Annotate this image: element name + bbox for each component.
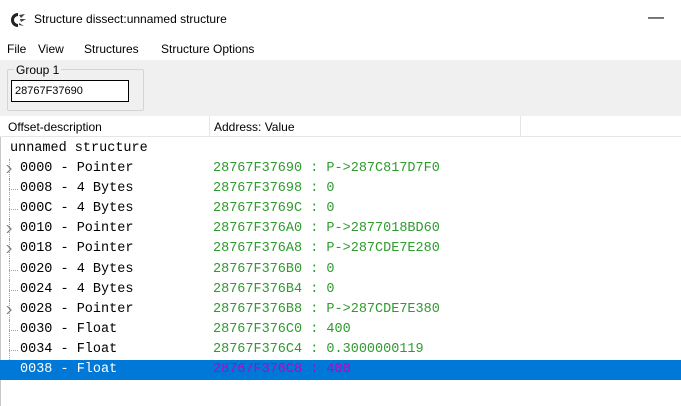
menu-bar: File View Structures Structure Options: [0, 38, 681, 60]
offset-description: 000C - 4 Bytes: [20, 201, 134, 217]
expand-chevron-icon[interactable]: [5, 245, 13, 254]
tree-row[interactable]: 000C - 4 Bytes 28767F3769C : 0: [0, 199, 681, 220]
column-separator[interactable]: [520, 116, 521, 136]
structure-tree[interactable]: unnamed structure 0000 - Pointer 28767F37…: [0, 137, 681, 406]
expand-chevron-icon[interactable]: [5, 225, 13, 234]
tree-row[interactable]: 0038 - Float 28767F376C8 : 400: [0, 360, 681, 380]
tree-connector-line: [9, 349, 18, 351]
title-bar[interactable]: Structure dissect:unnamed structure —: [0, 0, 681, 38]
address-value: 28767F376B0 : 0: [213, 261, 335, 277]
menu-file[interactable]: File: [7, 42, 26, 56]
tree-row[interactable]: 0028 - Pointer 28767F376B8 : P->287CDE7E3…: [0, 299, 681, 320]
cheat-engine-icon: [10, 12, 26, 28]
address-value: 28767F37690 : P->287C817D7F0: [213, 161, 440, 176]
address-value: 28767F376A8 : P->287CDE7E280: [213, 241, 440, 257]
column-header: Offset-description Address: Value: [0, 116, 681, 137]
offset-description: 0030 - Float: [20, 321, 118, 337]
window-title: Structure dissect:unnamed structure: [34, 12, 227, 26]
expand-chevron-icon[interactable]: [5, 165, 13, 173]
tree-row[interactable]: 0018 - Pointer 28767F376A8 : P->287CDE7E2…: [0, 239, 681, 260]
tree-row[interactable]: 0008 - 4 Bytes 28767F37698 : 0: [0, 179, 681, 200]
address-value: 28767F3769C : 0: [213, 201, 335, 217]
minimize-button[interactable]: —: [636, 8, 676, 30]
tree-connector-line: [9, 329, 18, 331]
address-value: 28767F37698 : 0: [213, 181, 335, 197]
address-value: 28767F376C4 : 0.3000000119: [213, 341, 424, 357]
tree-connector-line: [9, 209, 18, 211]
tree-connector-line: [9, 269, 18, 271]
tree-row[interactable]: 0030 - Float 28767F376C0 : 400: [0, 319, 681, 340]
address-value: 28767F376B8 : P->287CDE7E380: [213, 301, 440, 317]
offset-description: 0020 - 4 Bytes: [20, 261, 134, 277]
address-value: 28767F376C8 : 400: [213, 362, 351, 377]
tree-row[interactable]: 0000 - Pointer 28767F37690 : P->287C817D7…: [0, 159, 681, 179]
tree-row[interactable]: 0020 - 4 Bytes 28767F376B0 : 0: [0, 259, 681, 280]
offset-description: 0008 - 4 Bytes: [20, 181, 134, 197]
group-label: Group 1: [14, 63, 62, 77]
menu-view[interactable]: View: [38, 42, 64, 56]
offset-description: 0034 - Float: [20, 341, 118, 357]
offset-description: 0000 - Pointer: [20, 161, 134, 176]
menu-structures[interactable]: Structures: [84, 42, 139, 56]
address-value: 28767F376A0 : P->2877018BD60: [213, 221, 440, 237]
address-value: 28767F376B4 : 0: [213, 281, 335, 297]
tree-row[interactable]: 0034 - Float 28767F376C4 : 0.3000000119: [0, 339, 681, 360]
address-input[interactable]: 28767F37690: [11, 80, 129, 102]
tree-root-label[interactable]: unnamed structure: [10, 139, 148, 159]
offset-description-header[interactable]: Offset-description: [8, 120, 102, 136]
group-panel: Group 1 28767F37690: [0, 60, 681, 116]
offset-description: 0024 - 4 Bytes: [20, 281, 134, 297]
offset-description: 0028 - Pointer: [20, 301, 134, 317]
tree-connector-line: [9, 289, 18, 291]
column-separator[interactable]: [209, 116, 210, 136]
offset-description: 0018 - Pointer: [20, 241, 134, 257]
address-value: 28767F376C0 : 400: [213, 321, 351, 337]
tree-row[interactable]: 0024 - 4 Bytes 28767F376B4 : 0: [0, 279, 681, 300]
offset-description: 0038 - Float: [20, 362, 118, 377]
tree-connector-line: [9, 189, 18, 191]
address-value-header[interactable]: Address: Value: [214, 120, 295, 136]
expand-chevron-icon[interactable]: [5, 305, 13, 314]
offset-description: 0010 - Pointer: [20, 221, 134, 237]
menu-structure-options[interactable]: Structure Options: [161, 42, 254, 56]
tree-row[interactable]: 0010 - Pointer 28767F376A0 : P->2877018BD…: [0, 219, 681, 240]
